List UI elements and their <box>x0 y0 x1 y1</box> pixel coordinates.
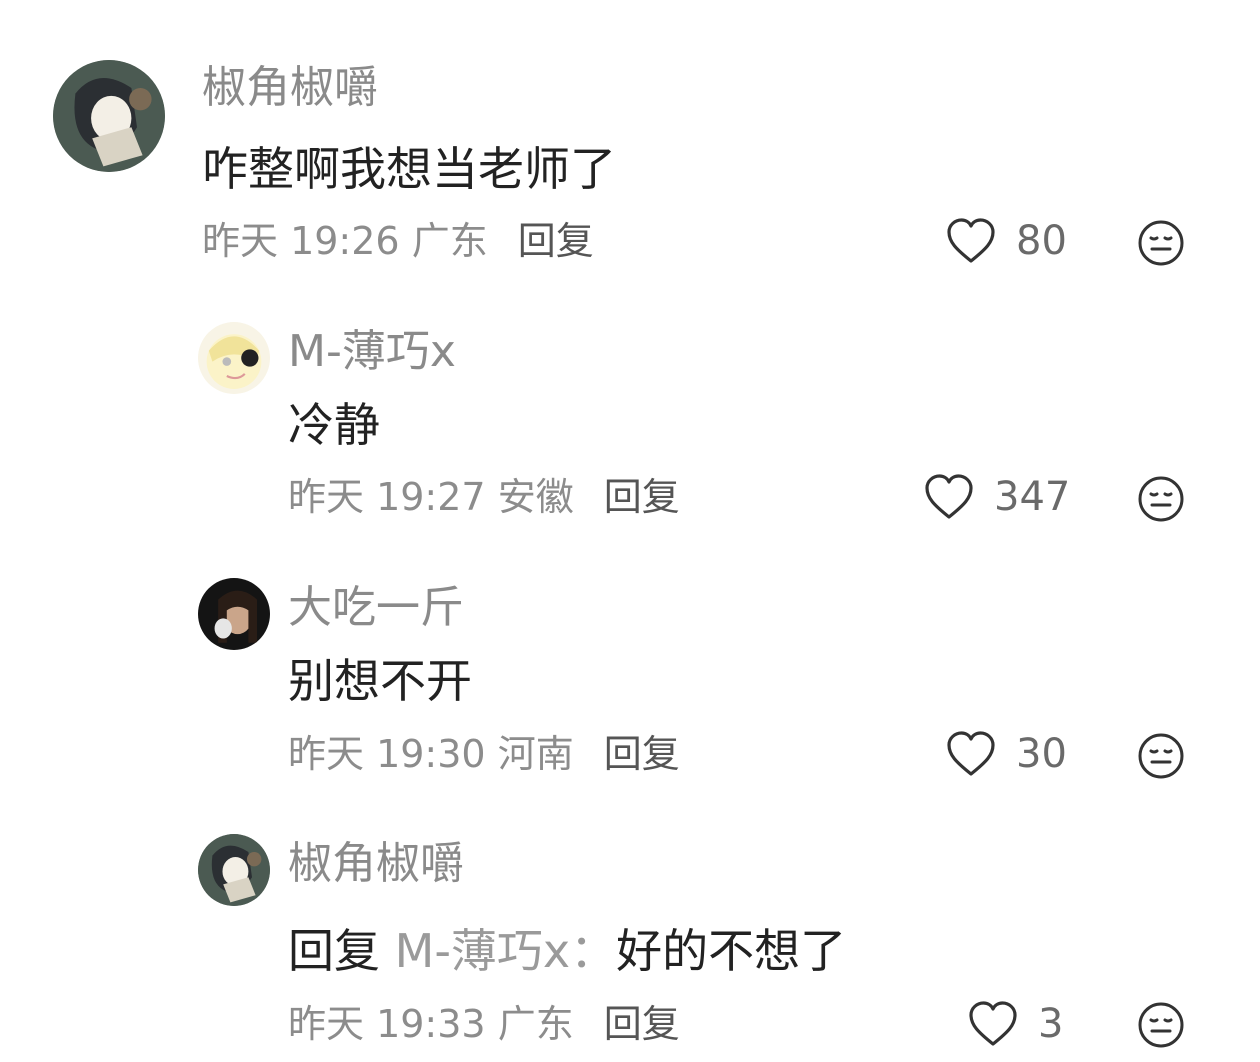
comment-text: 咋整啊我想当老师了 <box>202 142 616 196</box>
reply-button[interactable]: 回复 <box>518 219 594 263</box>
reply-button[interactable]: 回复 <box>604 475 680 519</box>
like-button[interactable]: 347 <box>924 474 1070 520</box>
username[interactable]: 大吃一斤 <box>288 586 464 630</box>
neutral-face-icon <box>1138 220 1184 266</box>
avatar[interactable] <box>198 834 270 906</box>
username[interactable]: 椒角椒嚼 <box>288 842 464 886</box>
like-button[interactable]: 3 <box>968 1001 1063 1047</box>
reply-target-username[interactable]: M-薄巧x： <box>395 924 617 978</box>
heart-outline-icon <box>969 1001 1017 1046</box>
location: 广东 <box>411 219 488 263</box>
location: 河南 <box>497 732 574 776</box>
avatar[interactable] <box>198 578 270 650</box>
timestamp: 昨天 19:30 <box>288 732 486 776</box>
reaction-button[interactable] <box>1137 732 1185 780</box>
like-button[interactable]: 80 <box>946 218 1067 264</box>
comment-text: 别想不开 <box>288 654 472 708</box>
comment-text: 冷静 <box>288 398 380 452</box>
avatar[interactable] <box>198 322 270 394</box>
reply-button[interactable]: 回复 <box>604 1002 680 1046</box>
reaction-button[interactable] <box>1137 219 1185 267</box>
comment-meta: 昨天 19:26 广东 回复 <box>202 222 594 260</box>
like-count: 30 <box>1016 731 1067 777</box>
like-count: 3 <box>1038 1001 1064 1047</box>
heart-outline-icon <box>925 474 973 519</box>
timestamp: 昨天 19:26 <box>202 219 400 263</box>
neutral-face-icon <box>1138 733 1184 779</box>
username[interactable]: 椒角椒嚼 <box>202 66 378 110</box>
heart-outline-icon <box>947 218 995 263</box>
location: 广东 <box>497 1002 574 1046</box>
location: 安徽 <box>497 475 574 519</box>
timestamp: 昨天 19:33 <box>288 1002 486 1046</box>
reply-prefix: 回复 <box>288 924 380 978</box>
heart-outline-icon <box>947 731 995 776</box>
username[interactable]: M-薄巧x <box>288 330 456 374</box>
reply-text: 回复 M-薄巧x：好的不想了 <box>288 928 846 974</box>
comment-text: 好的不想了 <box>616 924 847 978</box>
neutral-face-icon <box>1138 476 1184 522</box>
reaction-button[interactable] <box>1137 1001 1185 1049</box>
comment-meta: 昨天 19:33 广东 回复 <box>288 1005 680 1043</box>
neutral-face-icon <box>1138 1002 1184 1048</box>
comment-meta: 昨天 19:30 河南 回复 <box>288 735 680 773</box>
like-count: 80 <box>1016 218 1067 264</box>
like-button[interactable]: 30 <box>946 731 1067 777</box>
timestamp: 昨天 19:27 <box>288 475 486 519</box>
reaction-button[interactable] <box>1137 475 1185 523</box>
avatar[interactable] <box>53 60 165 172</box>
comment-meta: 昨天 19:27 安徽 回复 <box>288 478 680 516</box>
like-count: 347 <box>994 474 1071 520</box>
reply-button[interactable]: 回复 <box>604 732 680 776</box>
